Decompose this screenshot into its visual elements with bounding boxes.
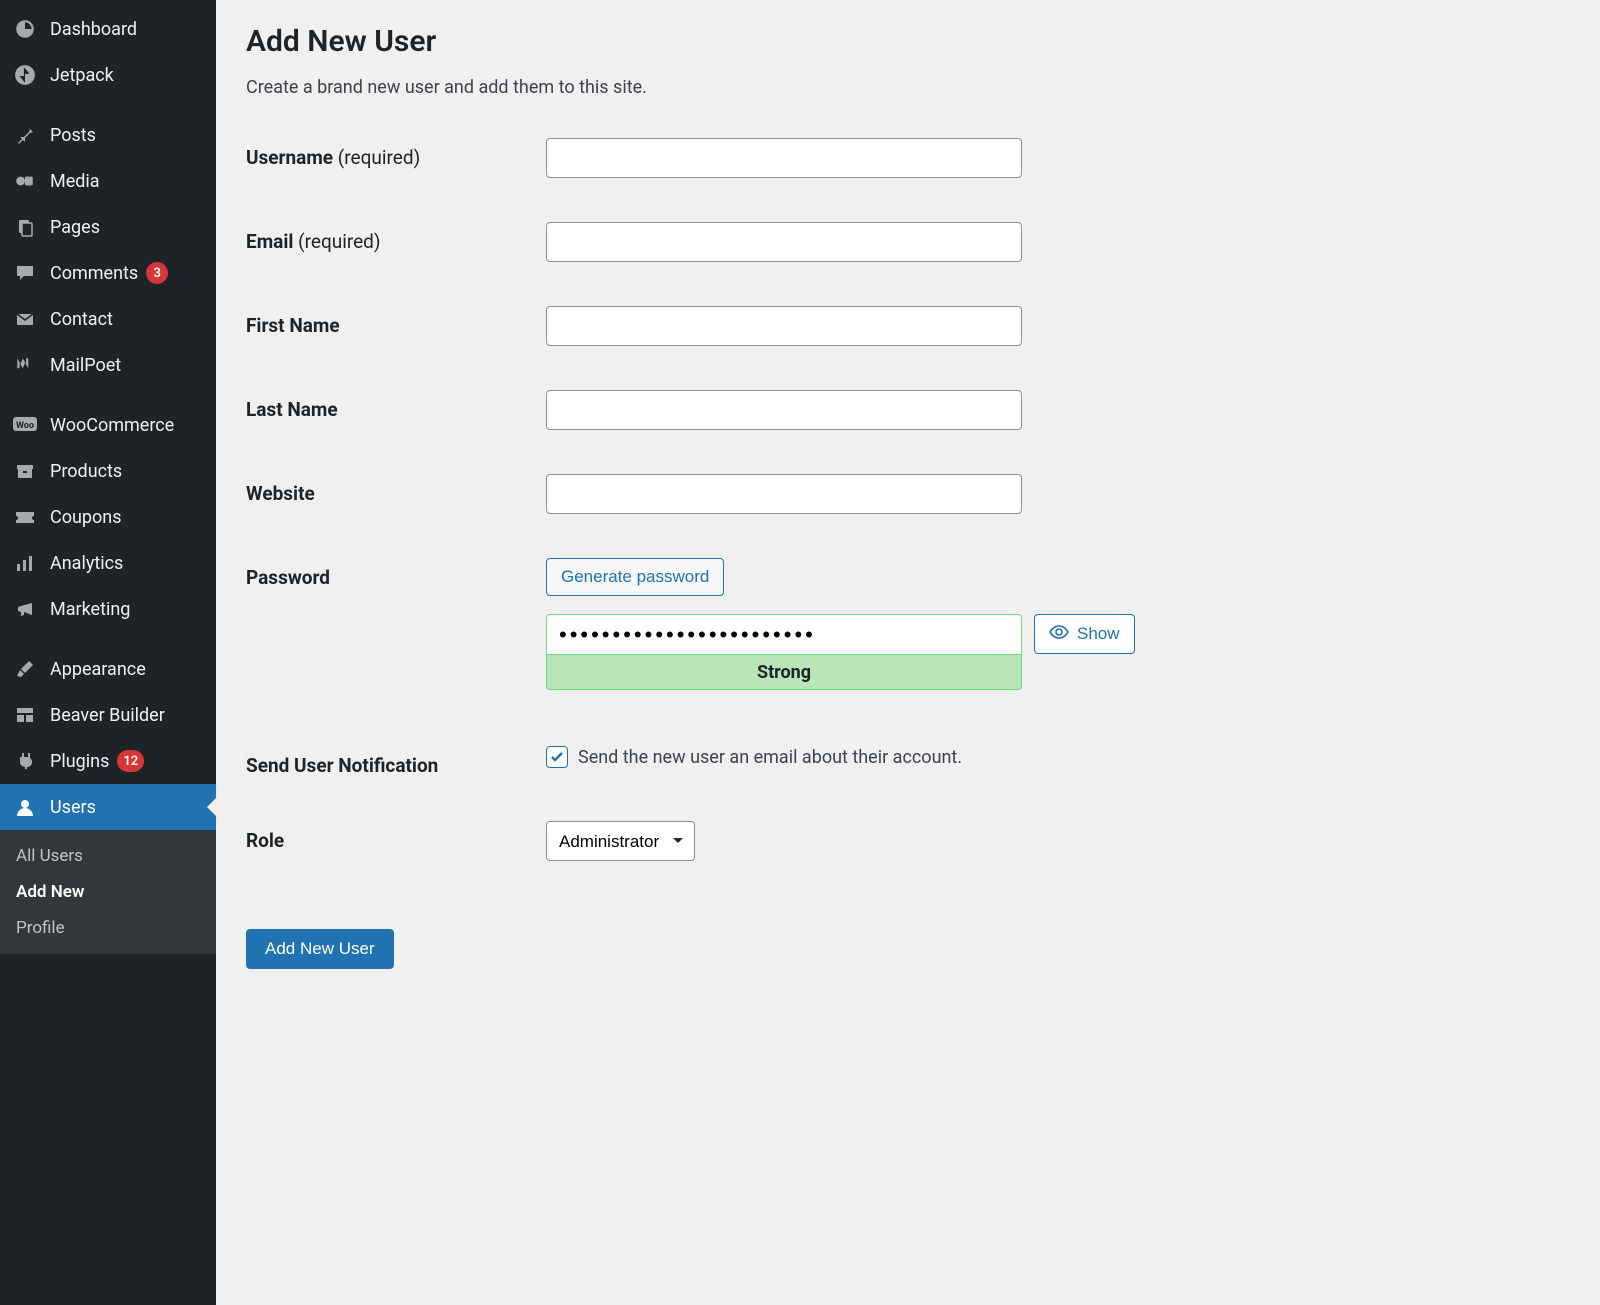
sidebar-item-label: Beaver Builder xyxy=(50,705,165,726)
sidebar-item-label: Marketing xyxy=(50,599,130,620)
sidebar-item-dashboard[interactable]: Dashboard xyxy=(0,6,216,52)
page-description: Create a brand new user and add them to … xyxy=(246,77,1570,98)
ticket-icon xyxy=(12,504,38,530)
woocommerce-icon: Woo xyxy=(12,412,38,438)
sidebar-item-analytics[interactable]: Analytics xyxy=(0,540,216,586)
sidebar-item-label: Comments xyxy=(50,263,138,284)
sidebar-item-label: Coupons xyxy=(50,507,122,528)
website-label: Website xyxy=(246,474,546,505)
admin-sidebar: Dashboard Jetpack Posts Media Pages Comm… xyxy=(0,0,216,1305)
users-submenu: All Users Add New Profile xyxy=(0,830,216,954)
user-icon xyxy=(12,794,38,820)
website-input[interactable] xyxy=(546,474,1022,514)
plug-icon xyxy=(12,748,38,774)
dashboard-icon xyxy=(12,16,38,42)
sidebar-item-beaver[interactable]: Beaver Builder xyxy=(0,692,216,738)
archive-icon xyxy=(12,458,38,484)
show-password-button[interactable]: Show xyxy=(1034,614,1135,654)
sidebar-item-label: Dashboard xyxy=(50,19,137,40)
email-label: Email (required) xyxy=(246,222,546,253)
main-content: Add New User Create a brand new user and… xyxy=(216,0,1600,1305)
role-select[interactable]: Administrator xyxy=(546,821,695,861)
layout-icon xyxy=(12,702,38,728)
sidebar-item-mailpoet[interactable]: MailPoet xyxy=(0,342,216,388)
sidebar-item-label: Users xyxy=(50,797,96,818)
sidebar-item-label: Analytics xyxy=(50,553,123,574)
generate-password-button[interactable]: Generate password xyxy=(546,558,724,596)
username-label: Username (required) xyxy=(246,138,546,169)
sidebar-item-label: Appearance xyxy=(50,659,146,680)
notification-checkbox[interactable] xyxy=(546,746,568,768)
sidebar-item-label: MailPoet xyxy=(50,355,121,376)
eye-icon xyxy=(1049,622,1077,647)
submenu-profile[interactable]: Profile xyxy=(0,910,216,946)
plugins-update-badge: 12 xyxy=(117,750,144,772)
password-strength: Strong xyxy=(546,654,1022,690)
svg-text:Woo: Woo xyxy=(16,421,34,431)
sidebar-item-contact[interactable]: Contact xyxy=(0,296,216,342)
jetpack-icon xyxy=(12,62,38,88)
last-name-input[interactable] xyxy=(546,390,1022,430)
sidebar-item-marketing[interactable]: Marketing xyxy=(0,586,216,632)
page-title: Add New User xyxy=(246,24,1570,59)
media-icon xyxy=(12,168,38,194)
sidebar-item-label: Pages xyxy=(50,217,100,238)
sidebar-item-plugins[interactable]: Plugins 12 xyxy=(0,738,216,784)
sidebar-item-label: Posts xyxy=(50,125,96,146)
sidebar-item-appearance[interactable]: Appearance xyxy=(0,646,216,692)
sidebar-item-coupons[interactable]: Coupons xyxy=(0,494,216,540)
submenu-add-new[interactable]: Add New xyxy=(0,874,216,910)
notification-label: Send User Notification xyxy=(246,746,546,777)
sidebar-item-media[interactable]: Media xyxy=(0,158,216,204)
chart-icon xyxy=(12,550,38,576)
sidebar-item-comments[interactable]: Comments 3 xyxy=(0,250,216,296)
sidebar-item-label: WooCommerce xyxy=(50,415,174,436)
sidebar-item-posts[interactable]: Posts xyxy=(0,112,216,158)
comment-icon xyxy=(12,260,38,286)
brush-icon xyxy=(12,656,38,682)
first-name-input[interactable] xyxy=(546,306,1022,346)
sidebar-item-users[interactable]: Users xyxy=(0,784,216,830)
sidebar-item-woocommerce[interactable]: Woo WooCommerce xyxy=(0,402,216,448)
password-label: Password xyxy=(246,558,546,589)
mailpoet-icon xyxy=(12,352,38,378)
add-new-user-button[interactable]: Add New User xyxy=(246,929,394,969)
notification-text: Send the new user an email about their a… xyxy=(578,747,962,768)
password-input[interactable] xyxy=(546,614,1022,654)
envelope-icon xyxy=(12,306,38,332)
sidebar-item-label: Contact xyxy=(50,309,113,330)
sidebar-item-products[interactable]: Products xyxy=(0,448,216,494)
username-input[interactable] xyxy=(546,138,1022,178)
submenu-all-users[interactable]: All Users xyxy=(0,838,216,874)
sidebar-item-label: Media xyxy=(50,171,100,192)
comments-count-badge: 3 xyxy=(146,262,168,284)
sidebar-item-label: Products xyxy=(50,461,122,482)
sidebar-item-pages[interactable]: Pages xyxy=(0,204,216,250)
megaphone-icon xyxy=(12,596,38,622)
role-label: Role xyxy=(246,821,546,852)
pin-icon xyxy=(12,122,38,148)
sidebar-item-jetpack[interactable]: Jetpack xyxy=(0,52,216,98)
last-name-label: Last Name xyxy=(246,390,546,421)
pages-icon xyxy=(12,214,38,240)
email-input[interactable] xyxy=(546,222,1022,262)
sidebar-item-label: Plugins xyxy=(50,751,109,772)
sidebar-item-label: Jetpack xyxy=(50,65,114,86)
first-name-label: First Name xyxy=(246,306,546,337)
